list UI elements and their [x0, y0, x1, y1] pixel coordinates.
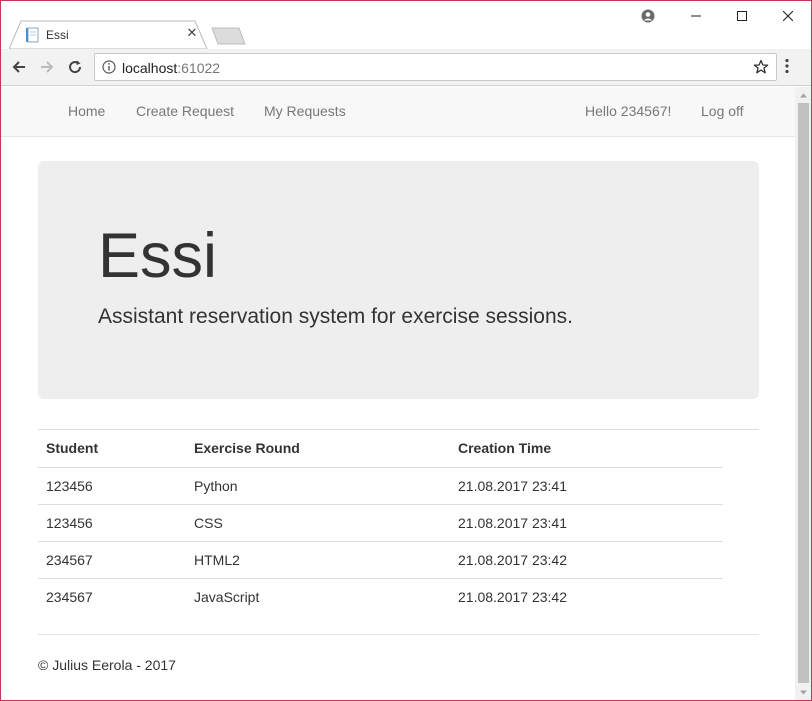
cell-student: 234567 [46, 588, 93, 605]
requests-table-wrapper: Student Exercise Round Creation Time 123… [38, 429, 759, 615]
browser-window: Essi ✕ localhost:61022 Home Create Reque… [0, 0, 812, 701]
nav-logoff-link[interactable]: Log off [701, 103, 744, 119]
url-port: :61022 [177, 60, 221, 76]
site-navbar: Home Create Request My Requests Hello 23… [1, 87, 795, 137]
reload-icon[interactable] [65, 57, 85, 77]
maximize-button[interactable] [719, 1, 765, 31]
footer-divider [38, 634, 759, 635]
tab-close-icon[interactable]: ✕ [185, 26, 199, 40]
cell-creation-time: 21.08.2017 23:42 [458, 588, 567, 605]
cell-creation-time: 21.08.2017 23:41 [450, 504, 723, 542]
footer-copyright: © Julius Eerola - 2017 [38, 657, 176, 673]
cell-exercise-round: HTML2 [186, 541, 450, 579]
nav-home-link[interactable]: Home [68, 103, 105, 119]
browser-menu-icon[interactable] [785, 58, 789, 79]
cell-creation-time: 21.08.2017 23:41 [450, 467, 723, 505]
forward-arrow-icon[interactable] [37, 57, 57, 77]
nav-my-requests-link[interactable]: My Requests [264, 103, 346, 119]
scroll-up-arrow-icon[interactable] [799, 91, 808, 100]
page-lead-text: Assistant reservation system for exercis… [98, 305, 574, 328]
header-student: Student [38, 430, 186, 468]
cell-creation-time: 21.08.2017 23:42 [450, 541, 723, 579]
scrollbar-thumb[interactable] [798, 103, 809, 683]
table-row: 234567 HTML2 21.08.2017 23:42 [38, 541, 723, 579]
nav-greeting-link[interactable]: Hello 234567! [585, 103, 671, 119]
cell-exercise-round: CSS [186, 504, 450, 542]
tab-title: Essi [46, 28, 69, 42]
browser-tab[interactable]: Essi ✕ [9, 20, 209, 49]
cell-exercise-round: Python [186, 467, 450, 505]
header-creation-time: Creation Time [450, 430, 723, 468]
cell-exercise-round: JavaScript [194, 588, 260, 605]
header-exercise-round: Exercise Round [186, 430, 450, 468]
nav-create-request-link[interactable]: Create Request [136, 103, 234, 119]
table-row: 123456 CSS 21.08.2017 23:41 [38, 504, 723, 542]
window-controls [673, 1, 811, 31]
url-host: localhost [122, 60, 178, 76]
profile-icon[interactable] [641, 9, 655, 28]
back-arrow-icon[interactable] [9, 57, 29, 77]
cell-student: 123456 [38, 504, 186, 542]
info-icon[interactable] [102, 60, 116, 79]
vertical-scrollbar[interactable] [795, 87, 811, 700]
address-bar[interactable]: localhost:61022 [94, 53, 777, 81]
jumbotron: Essi Assistant reservation system for ex… [38, 161, 759, 399]
table-row: 123456 Python 21.08.2017 23:41 [38, 467, 723, 505]
bookmark-star-icon[interactable] [753, 59, 769, 80]
close-window-button[interactable] [765, 1, 811, 31]
url-text: localhost:61022 [122, 60, 220, 76]
cell-student: 123456 [38, 467, 186, 505]
requests-table: Student Exercise Round Creation Time 123… [38, 430, 723, 615]
title-bar: Essi ✕ [1, 1, 811, 49]
page-title: Essi [98, 221, 218, 291]
table-row: 234567 JavaScript 21.08.2017 23:42 [38, 578, 723, 615]
page-favicon-icon [26, 27, 40, 43]
browser-toolbar: localhost:61022 [1, 49, 811, 86]
cell-student: 234567 [38, 541, 186, 579]
minimize-button[interactable] [673, 1, 719, 31]
new-tab-button[interactable] [211, 27, 247, 45]
table-header-row: Student Exercise Round Creation Time [38, 430, 723, 468]
page-viewport: Home Create Request My Requests Hello 23… [1, 87, 795, 700]
scroll-down-arrow-icon[interactable] [799, 688, 808, 697]
